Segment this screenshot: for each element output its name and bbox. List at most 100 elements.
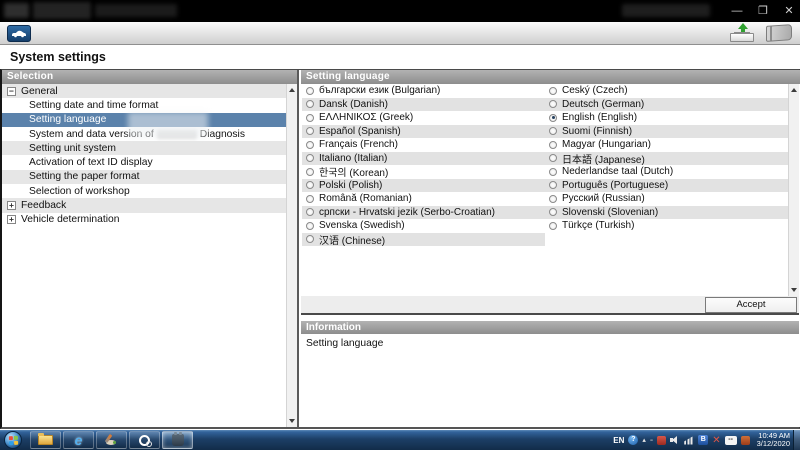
tree-item-feedback[interactable]: +Feedback (2, 198, 286, 212)
language-option-hrvatski-jezik-serbo-croatian[interactable]: српски - Hrvatski jezik (Serbo-Croatian) (302, 206, 545, 220)
tree-item-system-and-data-version-of[interactable]: System and data version ofDiagnosis (2, 127, 286, 141)
radio-icon[interactable] (306, 154, 314, 162)
language-option-chinese[interactable]: 汉语 (Chinese) (302, 233, 545, 247)
radio-icon[interactable] (306, 195, 314, 203)
close-icon[interactable]: ✕ (782, 0, 796, 22)
tray-network-icon[interactable] (684, 436, 694, 445)
redacted-title-text (622, 4, 710, 17)
language-option-fran-ais-french[interactable]: Français (French) (302, 138, 545, 152)
radio-icon[interactable] (306, 208, 314, 216)
language-option-suomi-finnish[interactable]: Suomi (Finnish) (545, 125, 788, 139)
tray-volume-icon[interactable] (670, 435, 680, 445)
radio-icon[interactable] (306, 235, 314, 243)
manual-book-icon[interactable] (766, 24, 792, 42)
tray-security-icon[interactable] (657, 436, 666, 445)
tray-clock[interactable]: 10:49 AM3/12/2020 (757, 432, 790, 449)
language-option-english-english[interactable]: English (English) (545, 111, 788, 125)
tray-dash-icon[interactable]: - (650, 435, 653, 446)
radio-icon[interactable] (306, 114, 314, 122)
radio-icon[interactable] (549, 127, 557, 135)
system-tray: EN? ▴- B ✕ -- 10:49 AM3/12/2020 (613, 430, 790, 450)
language-option-espa-ol-spanish[interactable]: Español (Spanish) (302, 125, 545, 139)
radio-icon[interactable] (549, 168, 557, 176)
tree-item-setting-unit-system[interactable]: Setting unit system (2, 141, 286, 155)
language-label: Español (Spanish) (319, 126, 401, 137)
taskbar-paint-tool-button[interactable] (96, 431, 127, 449)
radio-icon[interactable] (306, 127, 314, 135)
print-export-icon[interactable] (728, 23, 756, 43)
language-option-portugu-s-portuguese[interactable]: Português (Portuguese) (545, 179, 788, 193)
tree-item-setting-language[interactable]: Setting language (2, 113, 286, 127)
language-label: Français (French) (319, 139, 398, 150)
tray-alert-icon[interactable] (741, 436, 750, 445)
radio-icon[interactable] (306, 141, 314, 149)
tray-language-indicator[interactable]: EN (613, 436, 624, 445)
taskbar-diagnosis-app-button[interactable] (162, 431, 193, 449)
radio-selected-icon[interactable] (549, 114, 557, 122)
radio-icon[interactable] (306, 168, 314, 176)
language-option-dansk-danish[interactable]: Dansk (Danish) (302, 98, 545, 112)
scroll-up-icon[interactable] (287, 85, 297, 95)
language-option-rom-n-romanian[interactable]: Română (Romanian) (302, 192, 545, 206)
language-row: ΕΛΛΗΝΙΚΟΣ (Greek)English (English) (302, 111, 788, 125)
language-option-greek[interactable]: ΕΛΛΗΝΙΚΟΣ (Greek) (302, 111, 545, 125)
radio-icon[interactable] (306, 100, 314, 108)
language-option-italiano-italian[interactable]: Italiano (Italian) (302, 152, 545, 166)
tray-app-b-icon[interactable]: B (698, 435, 708, 445)
expand-expander-icon[interactable]: + (7, 215, 16, 224)
tray-help-icon[interactable]: ? (628, 435, 638, 445)
minimize-icon[interactable]: — (730, 0, 744, 22)
taskbar-apps: e (30, 431, 193, 449)
tray-disconnect-icon[interactable]: ✕ (712, 435, 720, 446)
taskbar-explorer-button[interactable] (30, 431, 61, 449)
scroll-up-icon[interactable] (789, 85, 799, 95)
taskbar-utility-button[interactable] (129, 431, 160, 449)
radio-icon[interactable] (306, 87, 314, 95)
show-desktop-button[interactable] (793, 430, 800, 450)
language-option-russian[interactable]: Русский (Russian) (545, 192, 788, 206)
tree-item-general[interactable]: −General (2, 84, 286, 98)
tray-status-box-icon[interactable]: -- (725, 436, 737, 445)
scroll-down-icon[interactable] (287, 416, 297, 426)
tree-item-activation-of-text-id-display[interactable]: Activation of text ID display (2, 155, 286, 169)
language-option-svenska-swedish[interactable]: Svenska (Swedish) (302, 219, 545, 233)
language-label: Русский (Russian) (562, 193, 645, 204)
selection-scrollbar[interactable] (286, 84, 297, 427)
tray-show-hidden-icon[interactable]: ▴ (642, 436, 646, 444)
tree-item-setting-the-paper-format[interactable]: Setting the paper format (2, 170, 286, 184)
radio-icon[interactable] (549, 208, 557, 216)
scroll-down-icon[interactable] (789, 285, 799, 295)
language-scrollbar[interactable] (788, 84, 799, 296)
accept-button[interactable]: Accept (705, 297, 797, 313)
radio-icon[interactable] (549, 154, 557, 162)
language-option-japanese[interactable]: 日本語 (Japanese) (545, 152, 788, 166)
language-option-bulgarian[interactable]: български език (Bulgarian) (302, 84, 545, 98)
radio-icon[interactable] (549, 141, 557, 149)
collapse-expander-icon[interactable]: − (7, 87, 16, 96)
tree-item-selection-of-workshop[interactable]: Selection of workshop (2, 184, 286, 198)
language-option-slovenski-slovenian[interactable]: Slovenski (Slovenian) (545, 206, 788, 220)
maximize-icon[interactable]: ❐ (756, 0, 770, 22)
language-option-korean[interactable]: 한국의 (Korean) (302, 165, 545, 179)
language-option-magyar-hungarian[interactable]: Magyar (Hungarian) (545, 138, 788, 152)
vehicle-icon[interactable] (7, 25, 31, 42)
radio-icon[interactable] (306, 222, 314, 230)
language-option-deutsch-german[interactable]: Deutsch (German) (545, 98, 788, 112)
radio-icon[interactable] (306, 181, 314, 189)
language-option-cesk-czech[interactable]: Ceský (Czech) (545, 84, 788, 98)
radio-icon[interactable] (549, 100, 557, 108)
folder-icon (38, 435, 53, 445)
language-option-nederlandse-taal-dutch[interactable]: Nederlandse taal (Dutch) (545, 165, 788, 179)
radio-icon[interactable] (549, 222, 557, 230)
expand-expander-icon[interactable]: + (7, 201, 16, 210)
language-option-t-rk-e-turkish[interactable]: Türkçe (Turkish) (545, 219, 788, 233)
tree-item-vehicle-determination[interactable]: +Vehicle determination (2, 213, 286, 227)
tree-item-setting-date-and-time-format[interactable]: Setting date and time format (2, 98, 286, 112)
radio-icon[interactable] (549, 181, 557, 189)
device-icon (172, 434, 184, 446)
radio-icon[interactable] (549, 195, 557, 203)
start-button[interactable] (4, 431, 22, 449)
language-option-polski-polish[interactable]: Polski (Polish) (302, 179, 545, 193)
radio-icon[interactable] (549, 87, 557, 95)
taskbar-internet-explorer-button[interactable]: e (63, 431, 94, 449)
